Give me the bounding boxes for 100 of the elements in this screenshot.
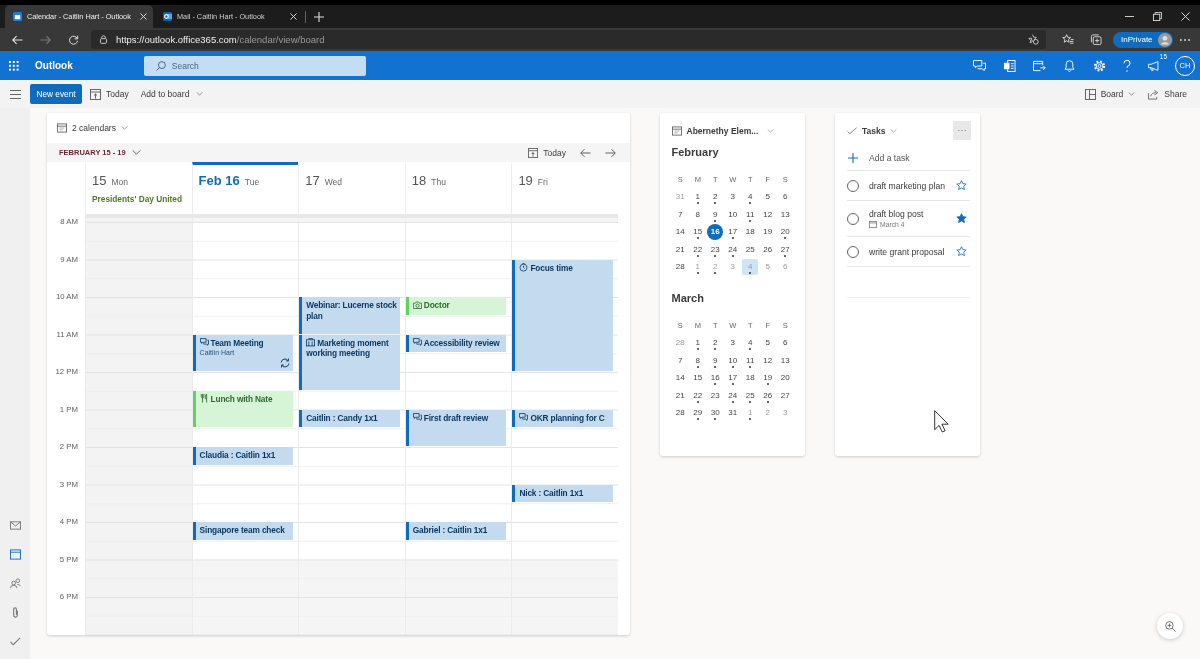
calendar-event[interactable]: Marketing moment working meeting	[299, 334, 400, 390]
calendar-dropdown[interactable]: Abernethy Elem...	[671, 122, 775, 139]
calendar-day[interactable]: 25	[742, 387, 759, 404]
calendar-day[interactable]: 5	[759, 335, 776, 352]
calendar-day[interactable]: 6	[777, 335, 794, 352]
add-to-board-button[interactable]: Add to board	[140, 89, 204, 99]
calendar-day[interactable]: 12	[759, 352, 776, 369]
calendar-day[interactable]: 3	[724, 189, 741, 206]
calendar-day[interactable]: 28	[672, 259, 689, 276]
close-icon[interactable]	[140, 13, 147, 20]
calendar-day[interactable]: 11	[742, 206, 759, 223]
calendar-day[interactable]: 7	[672, 206, 689, 223]
calendars-dropdown[interactable]: 2 calendars	[57, 123, 128, 133]
calendar-day[interactable]: 14	[672, 224, 689, 241]
inprivate-button[interactable]: InPrivate	[1113, 31, 1173, 48]
close-icon[interactable]	[1181, 12, 1190, 21]
calendar-day[interactable]: 9	[707, 206, 724, 223]
calendar-day[interactable]: 2	[707, 189, 724, 206]
calendar-day[interactable]: 19	[759, 224, 776, 241]
calendar-day[interactable]: 10	[724, 352, 741, 369]
calendar-day[interactable]: 17	[724, 224, 741, 241]
today-button[interactable]: Today	[528, 147, 566, 158]
calendar-day[interactable]: 23	[707, 387, 724, 404]
star-icon[interactable]	[956, 246, 967, 257]
calendar-day[interactable]: 13	[777, 352, 794, 369]
calendar-day[interactable]: 6	[777, 189, 794, 206]
collections-icon[interactable]	[1090, 34, 1102, 45]
star-icon[interactable]	[956, 213, 967, 224]
calendar-day[interactable]: 26	[759, 241, 776, 258]
megaphone-icon[interactable]	[1148, 59, 1161, 72]
tasks-dropdown[interactable]: Tasks	[847, 125, 898, 136]
menu-icon[interactable]	[10, 89, 21, 99]
calendar-day[interactable]: 15	[689, 370, 706, 387]
favorites-icon[interactable]	[1062, 34, 1074, 45]
app-tile-icon[interactable]	[1003, 59, 1016, 72]
calendar-day[interactable]: 18	[742, 370, 759, 387]
calendar-day[interactable]: 20	[777, 224, 794, 241]
task-title[interactable]: write grant proposal	[869, 246, 945, 257]
calendar-day[interactable]: 23	[707, 241, 724, 258]
calendar-day[interactable]: 13	[777, 206, 794, 223]
calendar-day[interactable]: 1	[689, 189, 706, 206]
star-icon[interactable]	[956, 180, 967, 191]
calendar-day[interactable]: 27	[777, 241, 794, 258]
calendar-day[interactable]: 8	[689, 352, 706, 369]
calendar-event[interactable]: Webinar: Lucerne stock plan	[299, 297, 400, 334]
calendar-event[interactable]: Gabriel : Caitlin 1x1	[405, 522, 507, 540]
close-icon[interactable]	[290, 13, 297, 20]
add-task-button[interactable]: Add a task	[847, 145, 970, 171]
people-icon[interactable]	[9, 578, 21, 589]
calendar-day[interactable]: 21	[672, 241, 689, 258]
calendar-day[interactable]: 8	[689, 206, 706, 223]
calendar-day[interactable]: 28	[672, 405, 689, 422]
zoom-in-button[interactable]	[1157, 613, 1183, 639]
star-plus-icon[interactable]	[1028, 34, 1039, 45]
calendar-event[interactable]: Doctor	[405, 297, 507, 315]
calendar-day[interactable]: 2	[707, 335, 724, 352]
calendar-day[interactable]: 17	[724, 370, 741, 387]
more-icon[interactable]	[1180, 38, 1190, 41]
calendar-day[interactable]: 30	[707, 405, 724, 422]
calendar-day[interactable]: 11	[742, 352, 759, 369]
calendar-day[interactable]: 19	[759, 370, 776, 387]
speech-bubbles-icon[interactable]	[973, 59, 986, 72]
calendar-day[interactable]: 24	[724, 241, 741, 258]
calendar-day[interactable]: 24	[724, 387, 741, 404]
complete-checkbox[interactable]	[847, 245, 859, 258]
right-arrow-icon[interactable]	[605, 147, 616, 158]
calendar-day[interactable]: 4	[742, 335, 759, 352]
back-arrow-icon[interactable]	[12, 34, 23, 45]
calendar-day[interactable]: 5	[759, 189, 776, 206]
app-launcher-icon[interactable]	[9, 60, 19, 71]
calendar-day[interactable]: 25	[742, 241, 759, 258]
calendar-day[interactable]: 12	[759, 206, 776, 223]
plus-icon[interactable]	[314, 11, 324, 22]
complete-checkbox[interactable]	[847, 212, 859, 225]
settings-icon[interactable]	[1093, 59, 1106, 72]
calendar-day[interactable]: 1	[689, 335, 706, 352]
calendar-event[interactable]: Lunch with Nate	[192, 390, 294, 428]
calendar-arrow-icon[interactable]	[1033, 59, 1046, 72]
calendar-day[interactable]: 15	[689, 224, 706, 241]
holiday-event[interactable]: Presidents' Day United	[92, 194, 183, 204]
calendar-day[interactable]: 26	[759, 387, 776, 404]
calendar-day[interactable]: 16	[707, 224, 724, 241]
calendar-day[interactable]: 18	[742, 224, 759, 241]
board-button[interactable]: Board	[1084, 88, 1136, 100]
calendar-day[interactable]: 22	[689, 241, 706, 258]
mail-icon[interactable]	[9, 520, 21, 531]
help-icon[interactable]	[1123, 59, 1131, 72]
calendar-day[interactable]: 21	[672, 387, 689, 404]
calendar-day[interactable]: 31	[724, 405, 741, 422]
share-button[interactable]: Share	[1148, 88, 1187, 100]
calendar-day[interactable]: 14	[672, 370, 689, 387]
left-arrow-icon[interactable]	[580, 147, 591, 158]
complete-checkbox[interactable]	[847, 179, 859, 192]
calendar-day[interactable]: 22	[689, 387, 706, 404]
search-field[interactable]: Search	[143, 55, 366, 76]
calendar-day[interactable]: 3	[724, 335, 741, 352]
calendar-day[interactable]: 16	[707, 370, 724, 387]
task-title[interactable]: draft marketing plan	[869, 180, 945, 191]
new-event-button[interactable]: New event	[30, 84, 82, 104]
calendar-event[interactable]: Claudia : Caitlin 1x1	[192, 447, 294, 465]
